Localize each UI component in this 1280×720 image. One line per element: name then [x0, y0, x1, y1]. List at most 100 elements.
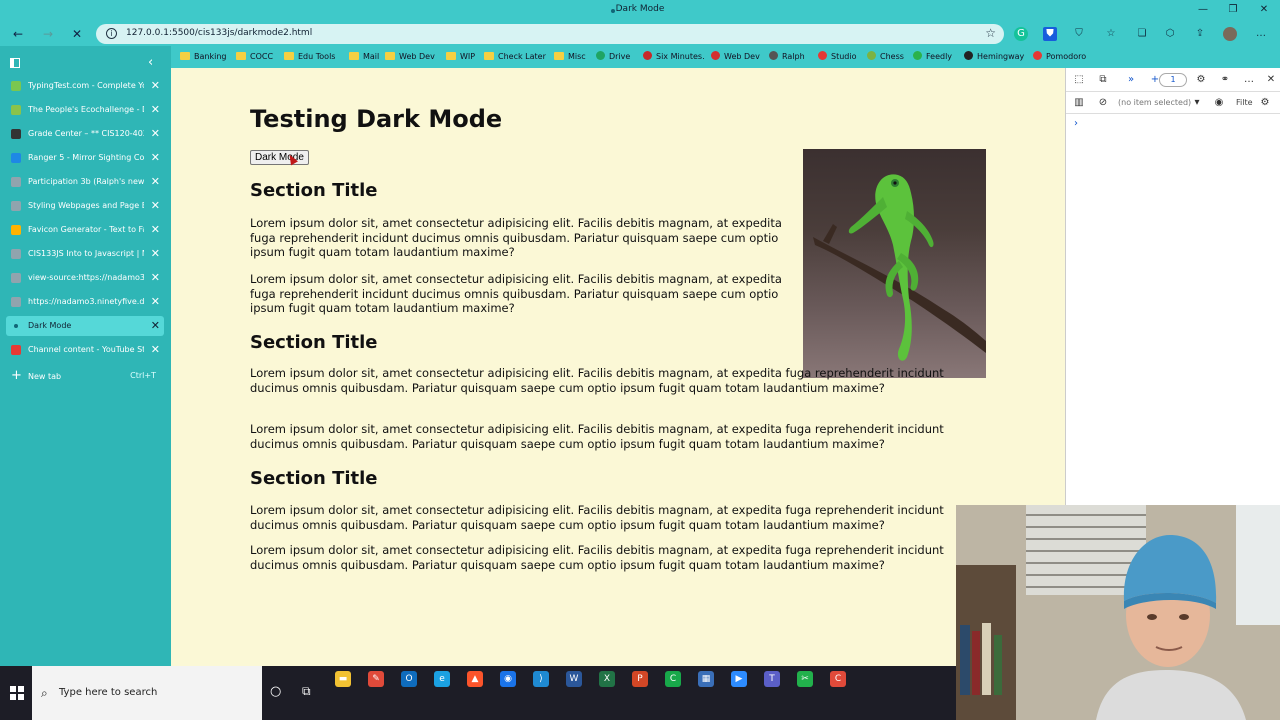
tab-item[interactable]: Participation 3b (Ralph's new Ind ✕ — [6, 172, 164, 192]
bookmark-hemingway[interactable]: Hemingway — [964, 50, 1024, 64]
taskbar-brave-icon[interactable]: ▲ — [467, 671, 483, 687]
bookmark-web-dev[interactable]: Web Dev — [711, 50, 760, 64]
shield-icon[interactable]: ⛉ — [1072, 27, 1086, 41]
bookmark-mail[interactable]: Mail — [349, 50, 379, 64]
bookmark-drive[interactable]: Drive — [596, 50, 630, 64]
dock-icon[interactable]: ⚭ — [1218, 73, 1232, 87]
taskbar-calculator-icon[interactable]: ▦ — [698, 671, 714, 687]
tab-item[interactable]: Ranger 5 - Mirror Sighting Comp ✕ — [6, 148, 164, 168]
close-tab-icon[interactable]: ✕ — [151, 199, 160, 213]
tab-item[interactable]: Favicon Generator - Text to Favic ✕ — [6, 220, 164, 240]
clear-icon[interactable]: ⊘ — [1096, 96, 1110, 110]
expand-chevron-icon[interactable]: › — [1074, 118, 1078, 129]
tab-active[interactable]: Dark Mode ✕ — [6, 316, 164, 336]
extensions-icon[interactable]: ⬡ — [1163, 27, 1177, 41]
close-tab-icon[interactable]: ✕ — [151, 319, 160, 333]
forward-button[interactable]: → — [38, 25, 58, 43]
stop-loading-button[interactable]: ✕ — [67, 25, 87, 43]
windows-start-icon[interactable] — [10, 686, 24, 700]
close-devtools-icon[interactable]: ✕ — [1264, 73, 1278, 87]
close-tab-icon[interactable]: ✕ — [151, 127, 160, 141]
taskbar-app-red-icon[interactable]: ✎ — [368, 671, 384, 687]
close-tab-icon[interactable]: ✕ — [151, 343, 160, 357]
toggle-sidebar-icon[interactable]: ▥ — [1072, 96, 1086, 110]
minimize-button[interactable]: — — [1188, 0, 1218, 22]
settings-more-icon[interactable]: … — [1254, 27, 1268, 41]
close-tab-icon[interactable]: ✕ — [151, 175, 160, 189]
bookmark-pomodoro[interactable]: Pomodoro — [1033, 50, 1086, 64]
favorites-icon[interactable]: ☆ — [1104, 27, 1118, 41]
tab-item[interactable]: CIS133JS Into to Javascript | Nick ✕ — [6, 244, 164, 264]
bookmark-misc[interactable]: Misc — [554, 50, 586, 64]
inspect-element-icon[interactable]: ⬚ — [1072, 73, 1086, 87]
add-panel-icon[interactable]: + — [1148, 73, 1162, 87]
tab-item[interactable]: Styling Webpages and Page Elem ✕ — [6, 196, 164, 216]
devtools-more-icon[interactable]: … — [1242, 73, 1256, 87]
grammarly-icon[interactable]: G — [1014, 27, 1028, 41]
bookmark-wip[interactable]: WIP — [446, 50, 475, 64]
bookmark-feedly[interactable]: Feedly — [913, 50, 952, 64]
bookmark-cocc[interactable]: COCC — [236, 50, 273, 64]
issues-badge[interactable]: 1 — [1159, 73, 1187, 87]
tab-item[interactable]: The People's Ecochallenge - Das ✕ — [6, 100, 164, 120]
tab-actions-icon[interactable] — [10, 58, 20, 68]
profile-avatar[interactable] — [1223, 27, 1237, 41]
dark-mode-toggle-button[interactable]: Dark Mode — [250, 150, 309, 165]
bookmark-web-dev[interactable]: Web Dev — [385, 50, 435, 64]
close-tab-icon[interactable]: ✕ — [151, 79, 160, 93]
cortana-icon[interactable]: ○ — [270, 684, 281, 699]
taskbar-camtasia-icon[interactable]: C — [665, 671, 681, 687]
eye-icon[interactable]: ◉ — [1212, 96, 1226, 110]
new-tab-button[interactable]: + New tab Ctrl+T — [6, 367, 164, 387]
bookmark-banking[interactable]: Banking — [180, 50, 226, 64]
collapse-pane-icon[interactable]: ‹ — [148, 55, 153, 70]
bookmark-studio[interactable]: Studio — [818, 50, 856, 64]
url-text[interactable]: 127.0.0.1:5500/cis133js/darkmode2.html — [126, 28, 312, 38]
bookmark-check-later[interactable]: Check Later — [484, 50, 546, 64]
bookmark-chess[interactable]: Chess — [867, 50, 904, 64]
tab-item[interactable]: https://nadamo3.ninetyfive.dev/c ✕ — [6, 292, 164, 312]
tab-item[interactable]: view-source:https://nadamo3.nin ✕ — [6, 268, 164, 288]
address-bar[interactable]: i 127.0.0.1:5500/cis133js/darkmode2.html… — [96, 24, 1004, 44]
share-icon[interactable]: ⇪ — [1193, 27, 1207, 41]
taskbar-teams-icon[interactable]: T — [764, 671, 780, 687]
taskbar-camtasia-recorder-icon[interactable]: C — [830, 671, 846, 687]
task-view-icon[interactable]: ⧉ — [302, 684, 311, 699]
taskbar-powerpoint-icon[interactable]: P — [632, 671, 648, 687]
close-tab-icon[interactable]: ✕ — [151, 103, 160, 117]
taskbar-edge-icon[interactable]: e — [434, 671, 450, 687]
close-tab-icon[interactable]: ✕ — [151, 247, 160, 261]
taskbar-word-icon[interactable]: W — [566, 671, 582, 687]
row-settings-icon[interactable]: ⚙ — [1258, 96, 1272, 110]
tab-item[interactable]: TypingTest.com - Complete Your ✕ — [6, 76, 164, 96]
bookmark-edu-tools[interactable]: Edu Tools — [284, 50, 335, 64]
taskbar-zoom-icon[interactable]: ▶ — [731, 671, 747, 687]
back-button[interactable]: ← — [8, 25, 28, 43]
restore-button[interactable]: ❐ — [1218, 0, 1248, 22]
tab-item[interactable]: Channel content - YouTube Studi ✕ — [6, 340, 164, 360]
devtools-settings-icon[interactable]: ⚙ — [1194, 73, 1208, 87]
collections-icon[interactable]: ❏ — [1135, 27, 1149, 41]
close-window-button[interactable]: ✕ — [1249, 0, 1279, 22]
bookmark-ralph[interactable]: Ralph — [769, 50, 805, 64]
taskbar-vscode-icon[interactable]: ⟩ — [533, 671, 549, 687]
device-emulation-icon[interactable]: ⧉ — [1096, 73, 1110, 87]
close-tab-icon[interactable]: ✕ — [151, 151, 160, 165]
taskbar-snip-icon[interactable]: ✂ — [797, 671, 813, 687]
more-panels-icon[interactable]: » — [1124, 73, 1138, 87]
favorite-star-icon[interactable]: ☆ — [985, 26, 996, 40]
close-tab-icon[interactable]: ✕ — [151, 295, 160, 309]
close-tab-icon[interactable]: ✕ — [151, 271, 160, 285]
site-info-icon[interactable]: i — [106, 28, 117, 39]
taskbar-search-box[interactable]: ⌕ Type here to search — [32, 666, 262, 720]
taskbar-file-explorer-icon[interactable]: ▬ — [335, 671, 351, 687]
taskbar-outlook-icon[interactable]: O — [401, 671, 417, 687]
taskbar-firefox-icon[interactable]: ◉ — [500, 671, 516, 687]
dropdown-icon[interactable]: ▾ — [1190, 96, 1204, 110]
bitwarden-icon[interactable]: ⛊ — [1043, 27, 1057, 41]
tab-item[interactable]: Grade Center – ** CIS120-40248 ✕ — [6, 124, 164, 144]
filter-input[interactable]: Filte — [1236, 98, 1253, 107]
close-tab-icon[interactable]: ✕ — [151, 223, 160, 237]
bookmark-six-minutes[interactable]: Six Minutes. — [643, 50, 705, 64]
taskbar-excel-icon[interactable]: X — [599, 671, 615, 687]
